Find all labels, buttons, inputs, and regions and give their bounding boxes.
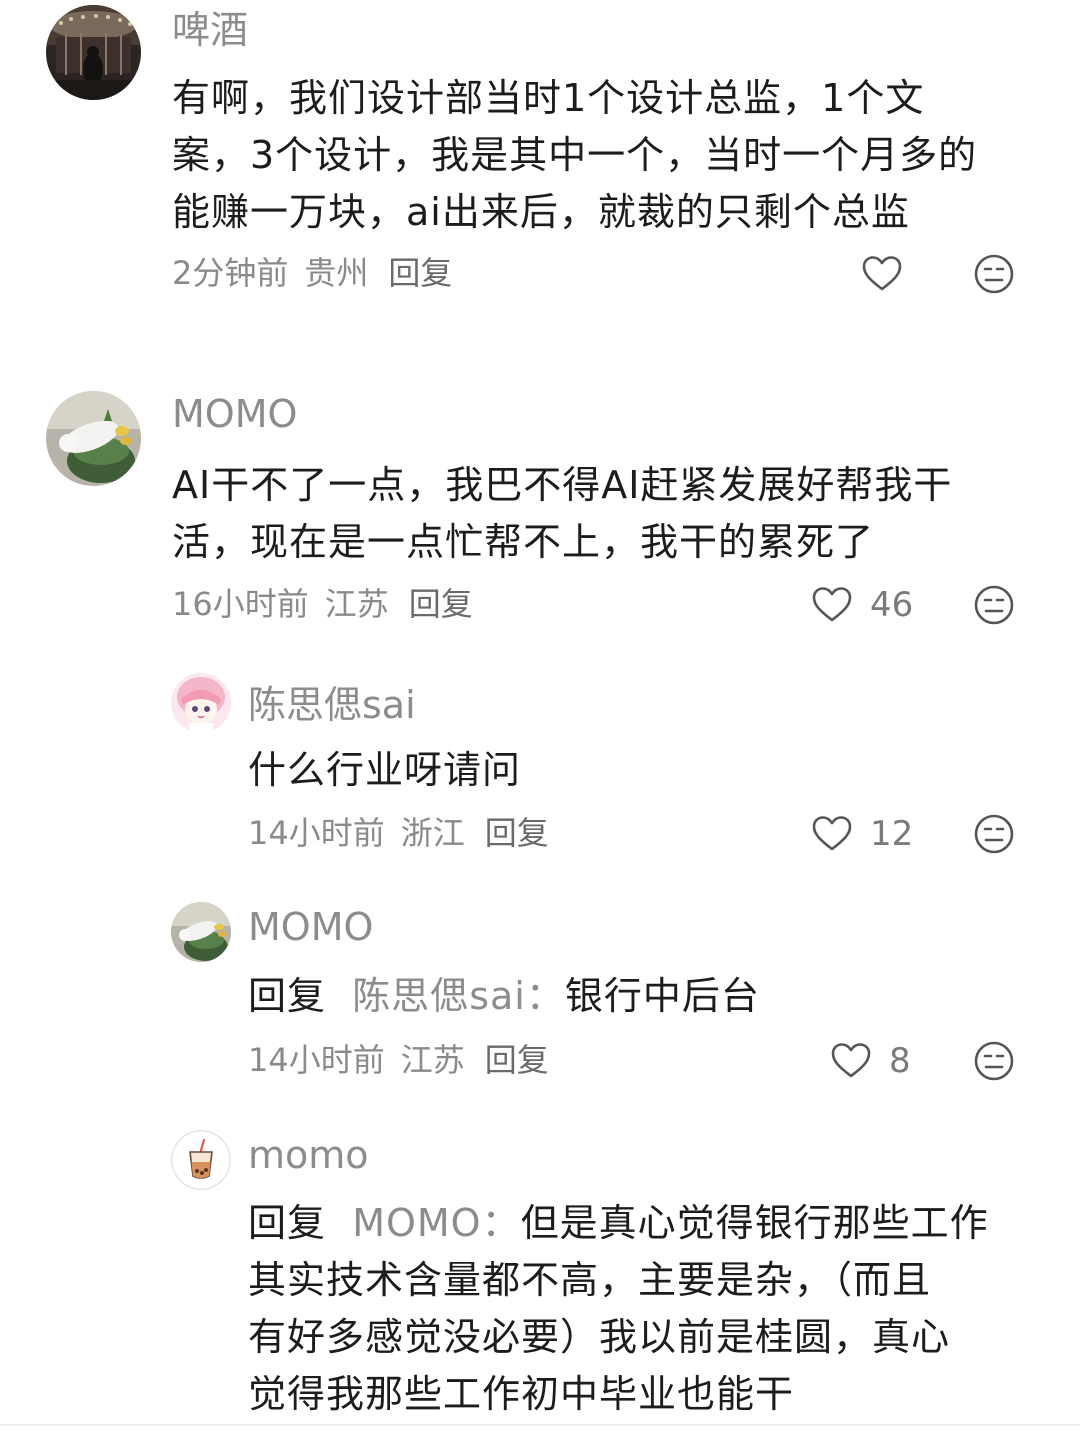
unamused-face-icon — [974, 1041, 1014, 1081]
like-button[interactable]: 12 — [810, 812, 913, 856]
comment-time: 2分钟前 — [172, 254, 289, 292]
comment-text-line: AI干不了一点，我巴不得AI赶紧发展好帮我干 — [172, 463, 953, 507]
dislike-button[interactable] — [973, 1040, 1015, 1082]
comment-location: 贵州 — [304, 254, 369, 292]
reply-button[interactable]: 回复 — [388, 254, 452, 292]
avatar[interactable] — [46, 391, 141, 486]
like-button[interactable]: 8 — [829, 1039, 911, 1083]
divider — [0, 1424, 1080, 1426]
comment-location: 江苏 — [324, 585, 389, 623]
reply-button[interactable]: 回复 — [485, 814, 549, 852]
comment-meta: 16小时前 江苏 回复 — [172, 584, 489, 624]
comment-text-line: 有好多感觉没必要）我以前是桂圆，真心 — [248, 1315, 951, 1359]
comment-text-line: 觉得我那些工作初中毕业也能干 — [248, 1372, 795, 1416]
comment-time: 14小时前 — [248, 1041, 385, 1079]
like-button[interactable]: 46 — [810, 583, 913, 627]
comment-meta: 2分钟前 贵州 回复 — [172, 253, 468, 293]
comment-username[interactable]: 陈思偲sai — [248, 681, 416, 729]
comment-username[interactable]: 啤酒 — [172, 6, 248, 54]
comment-text: AI干不了一点，我巴不得AI赶紧发展好帮我干 活，现在是一点忙帮不上，我干的累死… — [172, 457, 1052, 571]
heart-outline-icon — [862, 256, 902, 291]
comment-location: 江苏 — [400, 1041, 465, 1079]
comment-time: 16小时前 — [172, 585, 309, 623]
comment-time: 14小时前 — [248, 814, 385, 852]
comment-username[interactable]: momo — [248, 1131, 369, 1179]
comment-text-line: 能赚一万块，ai出来后，就裁的只剩个总监 — [172, 190, 910, 234]
heart-outline-icon — [831, 1043, 871, 1078]
dislike-button[interactable] — [973, 813, 1015, 855]
heart-outline-icon — [812, 816, 852, 851]
unamused-face-icon — [974, 814, 1014, 854]
comment-text-line: 其实技术含量都不高，主要是杂，（而且 — [248, 1258, 932, 1302]
avatar[interactable] — [46, 5, 141, 100]
comment-text-line: 有啊，我们设计部当时1个设计总监，1个文 — [172, 76, 925, 120]
reply-button[interactable]: 回复 — [409, 585, 473, 623]
comment-username[interactable]: MOMO — [248, 903, 373, 951]
comment-text-content: 但是真心觉得银行那些工作 — [520, 1201, 989, 1245]
comment-text: 回复 MOMO：但是真心觉得银行那些工作 其实技术含量都不高，主要是杂，（而且 … — [248, 1195, 1048, 1423]
like-button[interactable] — [860, 252, 920, 296]
like-count: 46 — [870, 585, 914, 625]
unamused-face-icon — [974, 254, 1014, 294]
dislike-button[interactable] — [973, 253, 1015, 295]
comment-meta: 14小时前 浙江 回复 — [248, 813, 565, 853]
reply-prefix: 回复 — [248, 974, 327, 1018]
comment-meta: 14小时前 江苏 回复 — [248, 1040, 565, 1080]
like-count: 12 — [870, 814, 914, 854]
comment-text-line: 活，现在是一点忙帮不上，我干的累死了 — [172, 520, 875, 564]
comment-username[interactable]: MOMO — [172, 390, 297, 438]
comment-text-line: 回复 陈思偲sai：银行中后台 — [248, 968, 1048, 1025]
comment-text-line: 案，3个设计，我是其中一个，当时一个月多的 — [172, 133, 978, 177]
comment-text: 有啊，我们设计部当时1个设计总监，1个文 案，3个设计，我是其中一个，当时一个月… — [172, 70, 1052, 241]
avatar[interactable] — [171, 673, 231, 733]
reply-target-username[interactable]: 陈思偲sai： — [352, 974, 565, 1018]
comment-location: 浙江 — [400, 814, 465, 852]
avatar[interactable] — [171, 902, 231, 962]
reply-button[interactable]: 回复 — [485, 1041, 549, 1079]
unamused-face-icon — [974, 585, 1014, 625]
reply-prefix: 回复 — [248, 1201, 327, 1245]
comment-text: 回复 陈思偲sai：银行中后台 — [248, 968, 1048, 1025]
like-count: 8 — [889, 1041, 911, 1081]
comment-text: 什么行业呀请问 — [248, 742, 1048, 799]
dislike-button[interactable] — [973, 584, 1015, 626]
heart-outline-icon — [812, 587, 852, 622]
avatar[interactable] — [171, 1130, 231, 1190]
comment-text-line: 回复 MOMO：但是真心觉得银行那些工作 — [248, 1195, 1048, 1252]
comment-text-line: 什么行业呀请问 — [248, 748, 522, 792]
reply-target-username[interactable]: MOMO： — [352, 1201, 520, 1245]
comment-text-content: 银行中后台 — [564, 974, 760, 1018]
